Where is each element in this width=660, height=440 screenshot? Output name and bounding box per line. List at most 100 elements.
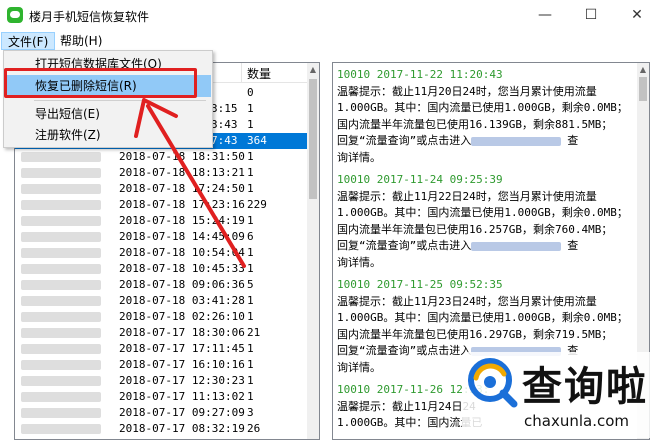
row-count: 1 — [247, 150, 254, 163]
row-count: 1 — [247, 262, 254, 275]
blurred-contact-name — [21, 344, 101, 354]
table-row[interactable]: 2018-07-17 09:27:09 3 — [15, 405, 311, 421]
blurred-contact-name — [21, 360, 101, 370]
maximize-button[interactable]: ☐ — [568, 0, 614, 30]
window-title: 楼月手机短信恢复软件 — [29, 10, 150, 24]
row-count: 1 — [247, 102, 254, 115]
menu-help[interactable]: 帮助(H) — [54, 32, 108, 50]
row-count: 1 — [247, 342, 254, 355]
table-row[interactable]: 2018-07-18 10:45:33 1 — [15, 261, 311, 277]
blurred-contact-name — [21, 408, 101, 418]
menu-file[interactable]: 文件(F) — [1, 32, 56, 50]
table-row[interactable]: 2018-07-18 03:41:28 1 — [15, 293, 311, 309]
message-scroll-thumb[interactable] — [639, 77, 647, 101]
message-item: 10010 2017-11-22 11:20:43 温馨提示：截止11月20日24… — [337, 67, 633, 166]
list-scrollbar[interactable]: ▲ — [307, 63, 319, 439]
row-date: 2018-07-18 17:23:16 — [119, 198, 245, 211]
row-count: 1 — [247, 118, 254, 131]
row-count: 1 — [247, 246, 254, 259]
message-header: 10010 2017-11-22 11:20:43 — [337, 68, 503, 81]
table-row[interactable]: 2018-07-17 11:13:02 1 — [15, 389, 311, 405]
list-scroll-thumb[interactable] — [309, 79, 317, 199]
blurred-contact-name — [21, 232, 101, 242]
table-row[interactable]: 2018-07-17 18:30:06 21 — [15, 325, 311, 341]
row-date: 2018-07-18 03:41:28 — [119, 294, 245, 307]
message-header: 10010 2017-11-24 09:25:39 — [337, 173, 503, 186]
magnifier-logo-icon — [468, 358, 518, 408]
row-date: 2018-07-17 09:27:09 — [119, 406, 245, 419]
blurred-contact-name — [21, 184, 101, 194]
column-separator[interactable] — [241, 63, 242, 83]
menu-item-register[interactable]: 注册软件(Z) — [5, 124, 211, 146]
message-text-line: 询详情。 — [337, 150, 381, 164]
blurred-contact-name — [21, 216, 101, 226]
blurred-contact-name — [21, 264, 101, 274]
row-count: 1 — [247, 310, 254, 323]
watermark-brand-url: chaxunla.com — [524, 412, 629, 430]
row-date: 2018-07-18 09:06:36 — [119, 278, 245, 291]
app-message-icon — [7, 7, 23, 23]
watermark: 查询啦 chaxunla.com — [462, 352, 658, 438]
message-header: 10010 2017-11-25 09:52:35 — [337, 278, 503, 291]
table-row[interactable]: 2018-07-18 14:45:09 6 — [15, 229, 311, 245]
row-count: 21 — [247, 326, 261, 339]
blurred-contact-name — [21, 248, 101, 258]
row-count: 1 — [247, 182, 254, 195]
blurred-contact-name — [21, 376, 101, 386]
row-date: 2018-07-17 16:10:16 — [119, 358, 245, 371]
row-date: 2018-07-17 08:32:19 — [119, 422, 245, 435]
table-row[interactable]: 2018-07-17 17:11:45 1 — [15, 341, 311, 357]
row-date: 2018-07-18 10:45:33 — [119, 262, 245, 275]
menu-separator — [34, 100, 206, 101]
row-count: 26 — [247, 422, 261, 435]
message-text-line: 温馨提示：截止11月23日24时，您当月累计使用流量 — [337, 294, 597, 308]
row-count: 1 — [247, 166, 254, 179]
row-date: 3:43 — [211, 118, 238, 131]
row-count: 6 — [247, 230, 254, 243]
column-header-count[interactable]: 数量 — [247, 65, 271, 82]
table-row[interactable]: 2018-07-18 10:54:04 1 — [15, 245, 311, 261]
row-date: 2018-07-17 18:30:06 — [119, 326, 245, 339]
message-text-line: 询详情。 — [337, 255, 381, 269]
scroll-up-arrow-icon[interactable]: ▲ — [308, 65, 318, 75]
table-row[interactable]: 2018-07-18 17:23:16 229 — [15, 197, 311, 213]
row-count: 3 — [247, 406, 254, 419]
row-date: 2018-07-18 17:24:50 — [119, 182, 245, 195]
table-row[interactable]: 2018-07-18 18:31:50 1 — [15, 149, 311, 165]
menu-item-export[interactable]: 导出短信(E) — [5, 103, 211, 125]
highlight-annotation-box — [4, 68, 197, 98]
row-count: 0 — [247, 86, 254, 99]
blurred-contact-name — [21, 296, 101, 306]
title-bar[interactable]: 楼月手机短信恢复软件 — ☐ ✕ — [0, 0, 660, 30]
row-count: 229 — [247, 198, 267, 211]
table-row[interactable]: 2018-07-17 12:30:23 1 — [15, 373, 311, 389]
message-text-line: 1.000GB。其中：国内流量已使用1.000GB，剩余0.0MB； — [337, 206, 628, 219]
table-row[interactable]: 2018-07-18 02:26:10 1 — [15, 309, 311, 325]
table-row[interactable]: 2018-07-18 17:24:50 1 — [15, 181, 311, 197]
blurred-contact-name — [21, 280, 101, 290]
scroll-up-arrow-icon[interactable]: ▲ — [638, 65, 648, 75]
blurred-link[interactable] — [471, 241, 562, 251]
menu-bar: 文件(F) 帮助(H) — [0, 30, 660, 51]
row-count: 1 — [247, 358, 254, 371]
row-count: 364 — [247, 134, 267, 147]
row-date: 2018-07-17 12:30:23 — [119, 374, 245, 387]
blurred-contact-name — [21, 152, 101, 162]
blurred-link[interactable] — [471, 136, 562, 146]
row-date: 7:43 — [211, 134, 238, 147]
row-date: 2018-07-18 02:26:10 — [119, 310, 245, 323]
message-text-line: 国内流量半年流量包已使用16.139GB，剩余881.5MB； — [337, 117, 613, 131]
table-row[interactable]: 2018-07-18 18:13:21 1 — [15, 165, 311, 181]
message-item: 10010 2017-11-24 09:25:39 温馨提示：截止11月22日24… — [337, 172, 633, 271]
close-button[interactable]: ✕ — [614, 0, 660, 30]
table-row[interactable]: 2018-07-18 09:06:36 5 — [15, 277, 311, 293]
table-row[interactable]: 2018-07-17 08:32:19 26 — [15, 421, 311, 437]
table-row[interactable]: 2018-07-18 15:24:19 1 — [15, 213, 311, 229]
message-text-line: 1.000GB。其中：国内流量已使用1.000GB，剩余0.0MB； — [337, 311, 628, 324]
table-row[interactable]: 2018-07-17 16:10:16 1 — [15, 357, 311, 373]
minimize-button[interactable]: — — [522, 0, 568, 30]
file-dropdown-menu: 打开短信数据库文件(O) 恢复已删除短信(R) 导出短信(E) 注册软件(Z) — [3, 50, 213, 148]
row-count: 1 — [247, 390, 254, 403]
message-text-line: 国内流量半年流量包已使用16.297GB，剩余719.5MB； — [337, 327, 613, 341]
blurred-contact-name — [21, 328, 101, 338]
